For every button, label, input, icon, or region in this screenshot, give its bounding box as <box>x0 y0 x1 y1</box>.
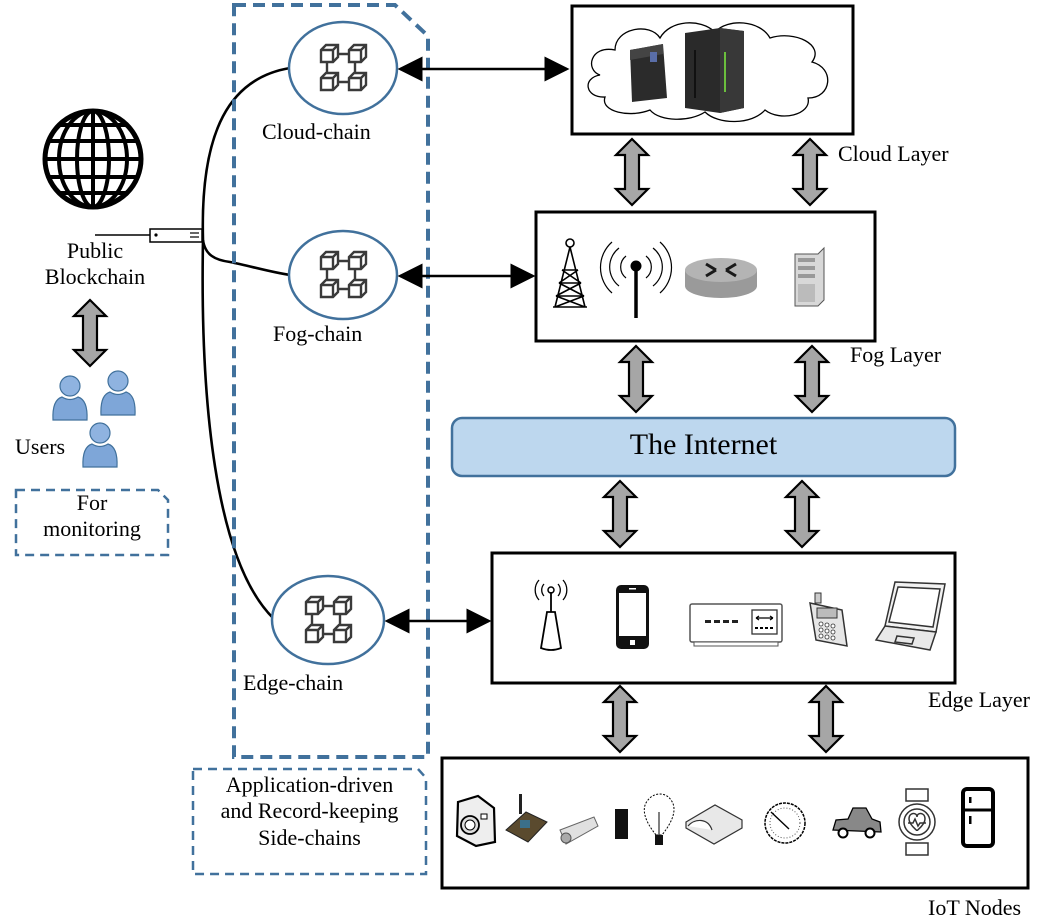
edge-chain-node[interactable] <box>270 574 386 666</box>
internet-label: The Internet <box>629 428 778 461</box>
refrigerator-icon <box>961 787 995 848</box>
side-chains-note: Application-driven and Record-keeping Si… <box>193 772 426 851</box>
internet-edge-arrow-right <box>784 479 820 549</box>
fog-internet-arrow-right <box>794 344 830 414</box>
mini-fridge-icon <box>615 809 628 839</box>
side-chains-note-line1: Application-driven <box>225 772 394 797</box>
public-blockchain-label: Public Blockchain <box>30 238 160 291</box>
public-blockchain-label-line1: Public <box>66 238 124 263</box>
network-switch-icon <box>689 603 783 647</box>
cloud-chain-label: Cloud-chain <box>262 119 371 144</box>
internet-edge-arrow-left <box>602 479 638 549</box>
tower-server-icon <box>630 44 667 102</box>
cloud-chain-node[interactable] <box>287 20 399 116</box>
side-chains-note-line3: Side-chains <box>258 824 361 850</box>
edge-chain-label: Edge-chain <box>243 670 344 695</box>
blockchain-users-arrow <box>72 298 108 368</box>
monitoring-note-line2: monitoring <box>43 516 141 542</box>
mainframe-server-icon <box>685 28 744 113</box>
fog-chain-node[interactable] <box>287 229 399 321</box>
fog-internet-arrow-left <box>618 344 654 414</box>
globe-icon <box>42 108 144 210</box>
edge-iot-arrow-right <box>808 684 844 754</box>
router-icon <box>685 258 757 298</box>
smartphone-icon <box>616 585 649 649</box>
users-icon <box>52 370 136 468</box>
side-chains-note-line2: and Record-keeping <box>220 798 399 824</box>
cloud-layer-label: Cloud Layer <box>838 141 949 166</box>
gauge-meter-icon <box>764 802 806 844</box>
monitoring-note-line1: For <box>76 490 108 515</box>
edge-iot-arrow-left <box>602 684 638 754</box>
monitoring-note: For monitoring <box>16 490 168 543</box>
users-label: Users <box>15 434 66 459</box>
edge-layer-label: Edge Layer <box>928 687 1030 712</box>
rack-server-icon <box>794 246 825 307</box>
public-blockchain-label-line2: Blockchain <box>44 264 146 290</box>
cloud-fog-arrow-right <box>792 137 828 207</box>
iot-nodes-label: IoT Nodes <box>928 895 1022 920</box>
fog-layer-label: Fog Layer <box>850 342 942 367</box>
fog-chain-label: Fog-chain <box>273 321 363 346</box>
cloud-fog-arrow-left <box>614 137 650 207</box>
camera-icon <box>455 794 497 848</box>
